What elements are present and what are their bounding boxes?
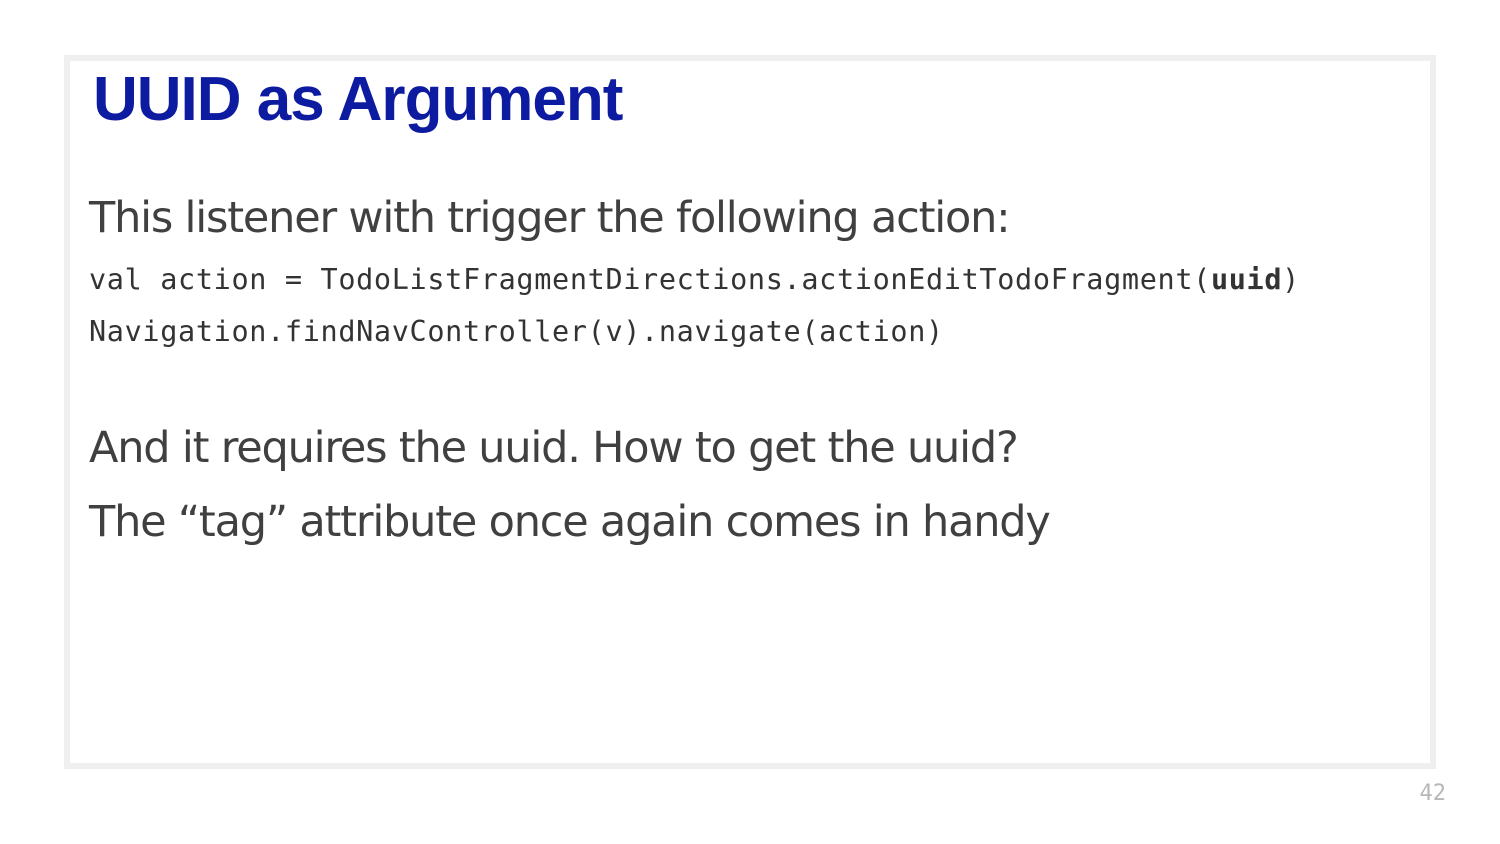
code-line-2: Navigation.findNavController(v).navigate… [89, 315, 944, 348]
code-line-1-prefix: val action = TodoListFragmentDirections.… [89, 263, 1211, 296]
code-line-1: val action = TodoListFragmentDirections.… [89, 262, 1300, 298]
answer-text: The “tag” attribute once again comes in … [89, 497, 1051, 547]
intro-text: This listener with trigger the following… [89, 193, 1011, 243]
slide-title: UUID as Argument [93, 65, 623, 134]
page-number: 42 [1419, 781, 1447, 806]
code-line-1-suffix: ) [1282, 263, 1300, 296]
slide: UUID as Argument This listener with trig… [0, 0, 1500, 844]
question-text: And it requires the uuid. How to get the… [89, 423, 1019, 473]
code-uuid-argument: uuid [1210, 263, 1283, 296]
slide-frame [64, 55, 1436, 769]
